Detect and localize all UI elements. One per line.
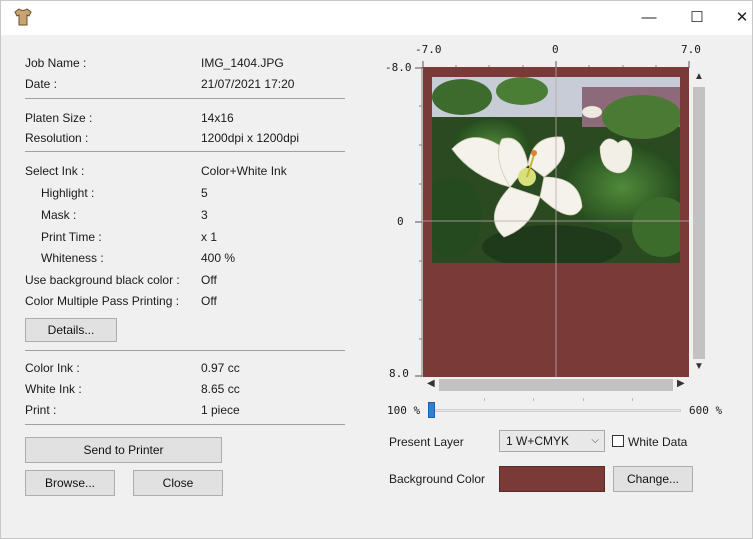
center-crosshair [423, 67, 689, 377]
slider-tick [632, 398, 633, 401]
color-ink-label: Color Ink : [25, 361, 80, 375]
whiteness-value: 400 % [201, 251, 236, 265]
details-button[interactable]: Details... [25, 318, 117, 342]
zoom-slider-thumb[interactable] [428, 402, 435, 418]
white-ink-label: White Ink : [25, 382, 82, 396]
date-label: Date : [25, 77, 58, 91]
select-ink-label: Select Ink : [25, 164, 85, 178]
color-ink-value: 0.97 cc [201, 361, 240, 375]
chevron-down-icon: ⌵ [591, 435, 599, 446]
multi-pass-value: Off [201, 294, 217, 308]
white-ink-value: 8.65 cc [201, 382, 240, 396]
platen-canvas[interactable] [423, 67, 689, 377]
print-preview: -7.0 0 7.0 -8.0 0 8.0 ▲ ▼ ◀ ▶ [385, 43, 725, 393]
horizontal-scrollbar[interactable]: ◀ ▶ [423, 377, 689, 393]
ruler-x-right-label: 7.0 [681, 43, 701, 56]
print-value: 1 piece [201, 403, 240, 417]
multi-pass-label: Color Multiple Pass Printing : [25, 294, 180, 308]
resolution-value: 1200dpi x 1200dpi [201, 131, 300, 145]
print-time-label: Print Time : [41, 230, 102, 244]
bg-black-label: Use background black color : [25, 273, 180, 287]
select-ink-value: Color+White Ink [201, 164, 287, 178]
background-color-swatch [499, 466, 605, 492]
ruler-x-center-label: 0 [552, 43, 559, 56]
close-window-button[interactable]: ✕ [730, 7, 753, 29]
divider [25, 151, 345, 152]
printer-job-window: — ☐ ✕ Job Name : IMG_1404.JPG Date : 21/… [0, 0, 753, 539]
minimize-button[interactable]: — [637, 7, 661, 29]
maximize-icon: ☐ [690, 9, 704, 26]
horizontal-scroll-thumb[interactable] [439, 379, 673, 391]
platen-size-label: Platen Size : [25, 111, 93, 125]
minimize-icon: — [641, 9, 657, 26]
scroll-up-icon[interactable]: ▲ [694, 71, 704, 82]
bg-black-value: Off [201, 273, 217, 287]
white-data-label: White Data [628, 435, 688, 449]
date-value: 21/07/2021 17:20 [201, 77, 295, 91]
print-time-value: x 1 [201, 230, 218, 244]
job-name-label: Job Name : [25, 56, 87, 70]
scroll-right-icon[interactable]: ▶ [677, 378, 685, 389]
print-label: Print : [25, 403, 57, 417]
vertical-scrollbar[interactable]: ▲ ▼ [691, 67, 707, 372]
resolution-label: Resolution : [25, 131, 89, 145]
background-color-label: Background Color [389, 472, 486, 486]
divider [25, 424, 345, 425]
vertical-scroll-thumb[interactable] [693, 87, 705, 359]
close-button[interactable]: Close [133, 470, 223, 496]
job-name-value: IMG_1404.JPG [201, 56, 284, 70]
slider-tick [533, 398, 534, 401]
white-data-checkbox[interactable] [612, 435, 624, 447]
ruler-y-bottom-label: 8.0 [389, 367, 409, 380]
zoom-slider-track[interactable] [429, 409, 681, 412]
whiteness-label: Whiteness : [41, 251, 104, 265]
platen-size-value: 14x16 [201, 111, 234, 125]
present-layer-select[interactable]: 1 W+CMYK ⌵ [499, 430, 605, 452]
left-ruler [415, 67, 423, 377]
highlight-label: Highlight : [41, 186, 95, 200]
send-to-printer-button[interactable]: Send to Printer [25, 437, 222, 463]
maximize-button[interactable]: ☐ [685, 7, 709, 29]
close-icon: ✕ [735, 9, 749, 26]
change-color-button[interactable]: Change... [613, 466, 693, 492]
ruler-x-left-label: -7.0 [415, 43, 442, 56]
slider-tick [484, 398, 485, 401]
divider [25, 350, 345, 351]
ruler-y-center-label: 0 [397, 215, 404, 228]
mask-value: 3 [201, 208, 208, 222]
highlight-value: 5 [201, 186, 208, 200]
divider [25, 98, 345, 99]
title-bar: — ☐ ✕ [1, 1, 752, 35]
present-layer-value: 1 W+CMYK [506, 434, 570, 448]
zoom-max-label: 600 % [689, 404, 723, 417]
scroll-down-icon[interactable]: ▼ [694, 361, 704, 372]
zoom-min-label: 100 % [387, 404, 421, 417]
shirt-icon [14, 8, 32, 26]
present-layer-label: Present Layer [389, 435, 464, 449]
scroll-left-icon[interactable]: ◀ [427, 378, 435, 389]
ruler-y-top-label: -8.0 [385, 61, 412, 74]
mask-label: Mask : [41, 208, 77, 222]
slider-tick [583, 398, 584, 401]
browse-button[interactable]: Browse... [25, 470, 115, 496]
